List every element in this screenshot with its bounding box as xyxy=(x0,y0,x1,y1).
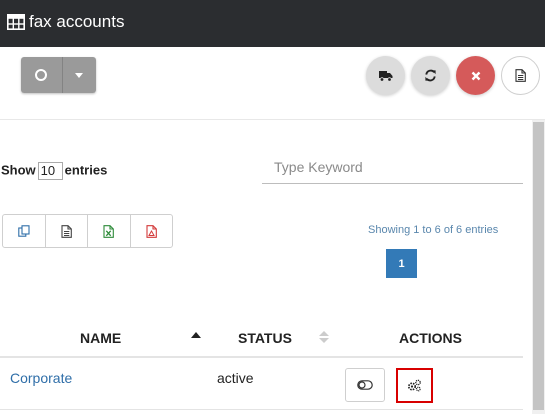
table-info: Showing 1 to 6 of 6 entries xyxy=(368,224,499,236)
split-button[interactable] xyxy=(21,57,96,93)
split-button-main[interactable] xyxy=(21,57,62,93)
close-button[interactable] xyxy=(456,56,495,95)
copy-icon xyxy=(18,225,30,237)
sort-ascending-icon[interactable] xyxy=(191,332,201,338)
csv-icon xyxy=(61,224,72,238)
account-name-link[interactable]: Corporate xyxy=(10,370,72,386)
truck-button[interactable] xyxy=(366,56,405,95)
circle-icon xyxy=(35,69,47,81)
gears-icon xyxy=(407,379,421,392)
column-header-status[interactable]: STATUS xyxy=(238,330,292,346)
scrollbar-thumb[interactable] xyxy=(533,122,544,410)
dropdown-caret-button[interactable] xyxy=(63,57,96,93)
toggle-icon xyxy=(357,380,373,390)
csv-button[interactable] xyxy=(46,215,88,247)
status-text: active xyxy=(217,370,254,386)
top-bar: fax accounts xyxy=(0,0,545,47)
table-header: NAME STATUS ACTIONS xyxy=(0,318,523,358)
toggle-button[interactable] xyxy=(345,368,385,402)
page-length-select[interactable]: 10 xyxy=(37,162,63,180)
pdf-icon xyxy=(146,224,157,238)
copy-button[interactable] xyxy=(3,215,46,247)
show-label: Show xyxy=(1,162,36,178)
excel-button[interactable] xyxy=(88,215,131,247)
page-length-control: Show 10 entries xyxy=(1,162,107,180)
document-button[interactable] xyxy=(501,56,540,95)
column-header-actions: ACTIONS xyxy=(399,330,462,346)
search-input[interactable] xyxy=(262,151,523,184)
truck-icon xyxy=(378,70,392,82)
refresh-icon xyxy=(425,69,436,82)
export-button-group xyxy=(2,214,173,248)
page-title: fax accounts xyxy=(29,12,125,31)
pagination-page-1[interactable]: 1 xyxy=(386,249,417,278)
table-row: Corporate active xyxy=(0,360,523,410)
close-icon xyxy=(471,71,480,80)
refresh-button[interactable] xyxy=(411,56,450,95)
table-icon xyxy=(7,14,25,30)
entries-label: entries xyxy=(64,162,108,178)
excel-icon xyxy=(103,224,115,238)
column-header-name[interactable]: NAME xyxy=(80,330,121,346)
pdf-button[interactable] xyxy=(131,215,173,247)
document-icon xyxy=(515,69,526,82)
settings-button[interactable] xyxy=(396,368,433,403)
toolbar xyxy=(0,47,545,120)
